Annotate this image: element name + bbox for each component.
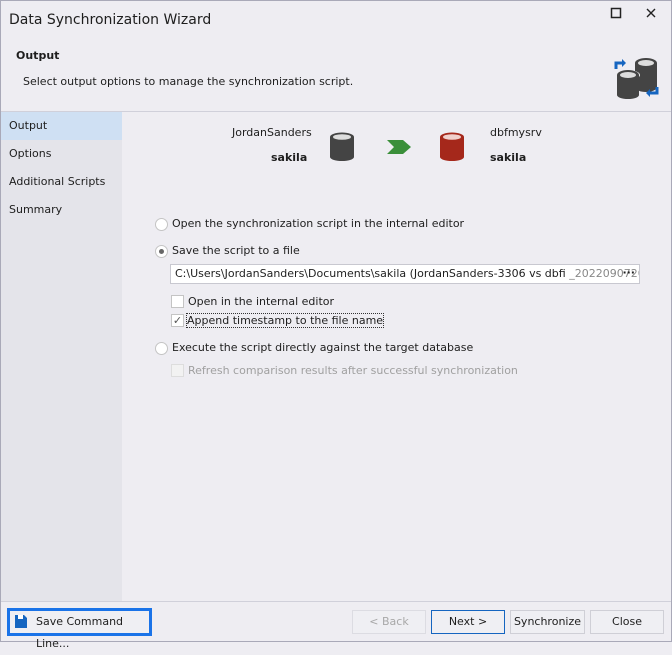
target-server: dbfmysrv bbox=[490, 126, 542, 139]
target-database: sakila bbox=[490, 151, 527, 164]
footer-divider bbox=[1, 601, 671, 602]
wizard-window: Data Synchronization Wizard Output Selec… bbox=[0, 0, 672, 650]
open-editor-label[interactable]: Open the synchronization script in the i… bbox=[172, 217, 464, 230]
page-description: Select output options to manage the sync… bbox=[23, 75, 354, 88]
maximize-icon[interactable] bbox=[606, 7, 626, 25]
file-path-value: C:\Users\JordanSanders\Documents\sakila … bbox=[175, 267, 566, 280]
close-icon[interactable] bbox=[641, 7, 661, 25]
execute-radio[interactable] bbox=[155, 342, 168, 355]
refresh-results-checkbox[interactable] bbox=[171, 364, 184, 377]
next-button[interactable]: Next > bbox=[431, 610, 505, 634]
sidebar-item-options[interactable]: Options bbox=[1, 140, 122, 168]
close-button[interactable]: Close bbox=[590, 610, 664, 634]
file-path-input[interactable]: C:\Users\JordanSanders\Documents\sakila … bbox=[170, 264, 640, 284]
append-timestamp-label[interactable]: Append timestamp to the file name bbox=[185, 313, 385, 328]
source-server: JordanSanders bbox=[232, 126, 312, 139]
sidebar-item-summary[interactable]: Summary bbox=[1, 196, 122, 224]
window-title: Data Synchronization Wizard bbox=[9, 12, 212, 28]
open-internal-editor-checkbox[interactable] bbox=[171, 295, 184, 308]
sync-direction-arrow-icon bbox=[387, 140, 411, 157]
sidebar: Output Options Additional Scripts Summar… bbox=[1, 112, 122, 601]
save-disk-icon bbox=[15, 614, 27, 636]
open-internal-editor-label[interactable]: Open in the internal editor bbox=[188, 295, 334, 308]
database-sync-icon bbox=[611, 53, 661, 102]
sidebar-item-output[interactable]: Output bbox=[1, 112, 122, 140]
refresh-results-label: Refresh comparison results after success… bbox=[188, 364, 518, 377]
source-database: sakila bbox=[271, 151, 308, 164]
back-button[interactable]: < Back bbox=[352, 610, 426, 634]
open-editor-radio[interactable] bbox=[155, 218, 168, 231]
sidebar-item-additional-scripts[interactable]: Additional Scripts bbox=[1, 168, 122, 196]
save-command-line-label: Save Command Line... bbox=[36, 615, 124, 650]
save-command-line-button[interactable]: Save Command Line... bbox=[7, 608, 152, 650]
save-file-radio[interactable] bbox=[155, 245, 168, 258]
save-file-label[interactable]: Save the script to a file bbox=[172, 244, 300, 257]
execute-label[interactable]: Execute the script directly against the … bbox=[172, 341, 473, 354]
append-timestamp-checkbox[interactable]: ✓ bbox=[171, 314, 184, 327]
page-title: Output bbox=[16, 49, 60, 62]
synchronize-button[interactable]: Synchronize bbox=[510, 610, 585, 634]
browse-button[interactable]: ··· bbox=[622, 266, 635, 279]
source-database-icon bbox=[329, 132, 355, 165]
target-database-icon bbox=[439, 132, 465, 165]
